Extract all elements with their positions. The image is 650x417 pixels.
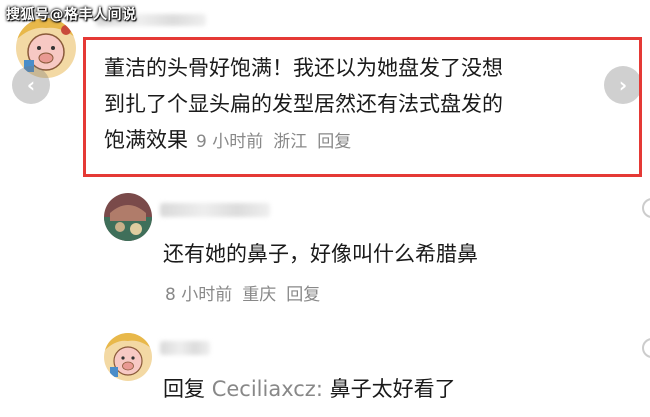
avatar-image [104, 333, 152, 381]
reply-comment: 回复 Ceciliaxcz: 鼻子太好看了 [163, 371, 456, 407]
reply-to-user[interactable]: Ceciliaxcz: [212, 377, 323, 401]
username-blurred [160, 203, 270, 217]
avatar-image [104, 193, 152, 241]
comment-line: 董洁的头骨好饱满！我还以为她盘发了没想 [104, 56, 503, 80]
comment-time: 9 小时前 [196, 132, 264, 152]
comment-line-text: 饱满效果 [104, 128, 188, 152]
reply-button[interactable]: 回复 [286, 285, 320, 305]
reply-prefix: 回复 [163, 377, 205, 401]
reply-meta: 8 小时前 重庆 回复 [165, 280, 330, 305]
reply-location: 重庆 [242, 285, 277, 305]
username-blurred [160, 341, 210, 355]
chevron-left-icon: ‹ [26, 73, 36, 97]
more-options-icon[interactable] [642, 198, 650, 218]
prev-arrow-button[interactable]: ‹ [12, 66, 50, 104]
reply-time: 8 小时前 [165, 285, 233, 305]
reply-button[interactable]: 回复 [317, 132, 351, 152]
main-comment: 董洁的头骨好饱满！我还以为她盘发了没想 到扎了个显头扁的发型居然还有法式盘发的 … [104, 50, 624, 160]
comment-meta: 9 小时前 浙江 回复 [196, 132, 361, 152]
avatar[interactable] [104, 333, 152, 381]
comment-location: 浙江 [273, 132, 308, 152]
more-options-icon[interactable] [642, 338, 650, 358]
watermark: 搜狐号@格丰人间说 [6, 7, 137, 23]
avatar[interactable] [104, 193, 152, 241]
reply-comment: 还有她的鼻子，好像叫什么希腊鼻 [163, 242, 478, 266]
comment-line-last: 饱满效果 9 小时前 浙江 回复 [104, 122, 624, 160]
comment-line: 到扎了个显头扁的发型居然还有法式盘发的 [104, 92, 503, 116]
reply-text: 鼻子太好看了 [329, 377, 456, 401]
